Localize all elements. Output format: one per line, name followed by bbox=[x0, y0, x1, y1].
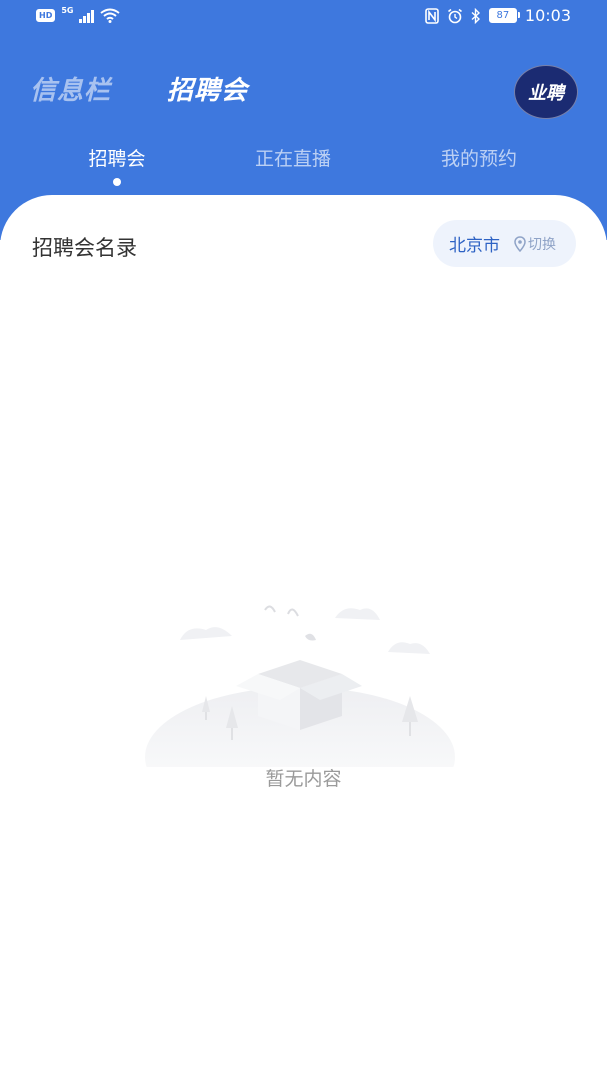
status-left: HD 5G bbox=[36, 6, 120, 23]
active-tab-indicator bbox=[113, 178, 121, 186]
tab-job-fair[interactable]: 招聘会 bbox=[47, 144, 187, 171]
city-name: 北京市 bbox=[449, 236, 500, 256]
empty-state-text: 暂无内容 bbox=[265, 768, 342, 790]
city-switch-button[interactable]: 北京市 切换 bbox=[433, 220, 576, 267]
tab-live[interactable]: 正在直播 bbox=[223, 144, 363, 171]
top-nav-job-fair[interactable]: 招聘会 bbox=[167, 70, 248, 107]
network-type: 5G bbox=[61, 6, 74, 15]
status-bar: HD 5G 87 10:03 bbox=[0, 0, 607, 34]
switch-label: 切换 bbox=[528, 236, 556, 253]
location-pin-icon bbox=[514, 235, 526, 252]
top-nav: 信息栏 招聘会 bbox=[30, 70, 248, 107]
section-title: 招聘会名录 bbox=[32, 236, 137, 260]
empty-box-illustration bbox=[145, 605, 455, 767]
signal-icon bbox=[79, 9, 94, 23]
bluetooth-icon bbox=[471, 7, 480, 24]
tab-my-reservations[interactable]: 我的预约 bbox=[409, 144, 549, 171]
nfc-icon bbox=[425, 7, 439, 24]
top-nav-info[interactable]: 信息栏 bbox=[30, 70, 111, 107]
app-logo[interactable]: 业聘 bbox=[514, 65, 578, 119]
hd-badge: HD bbox=[36, 9, 56, 22]
logo-text: 业聘 bbox=[528, 83, 564, 104]
battery-icon: 87 bbox=[488, 8, 520, 23]
sub-tabs: 招聘会 正在直播 我的预约 bbox=[0, 144, 607, 188]
status-right: 87 10:03 bbox=[425, 6, 571, 25]
wifi-icon bbox=[100, 8, 120, 23]
status-time: 10:03 bbox=[524, 6, 571, 25]
alarm-icon bbox=[447, 8, 462, 23]
